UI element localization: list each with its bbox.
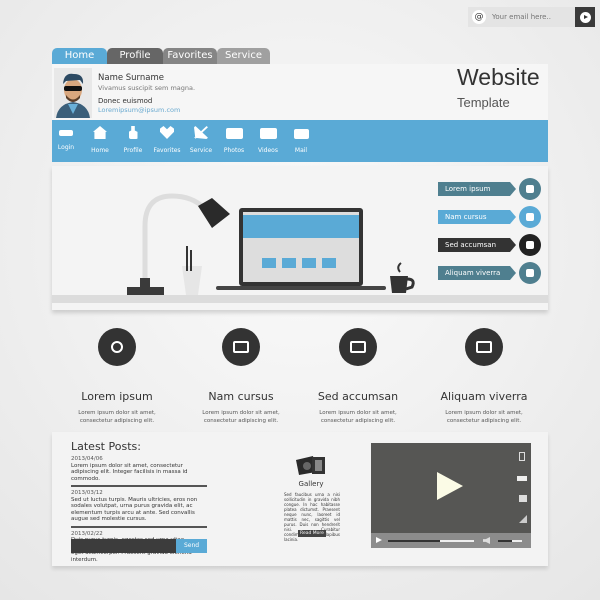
send-button[interactable]: Send [176,539,207,553]
read-more-button[interactable]: Read More [298,530,326,537]
feature-title: Sed accumsan [317,390,399,403]
email-submit-button[interactable] [575,7,595,27]
nav-label: Service [189,147,213,154]
nav-service[interactable]: Service [184,126,218,154]
credit-card-icon[interactable] [465,328,503,366]
feature-title: Aliquam viverra [440,390,528,403]
user-icon [128,126,138,139]
feature-text: Lorem ipsum dolor sit amet, consectetur … [202,410,280,424]
side-button-label: Nam cursus [445,213,487,221]
video-player[interactable] [371,443,531,548]
site-title: Website [457,64,540,90]
email-subscribe: @ [468,7,595,27]
side-button-sed-accumsan[interactable]: Sed accumsan [438,238,516,252]
email-input[interactable] [492,13,572,21]
volume-slider[interactable] [498,540,522,542]
nav-label: Photos [223,147,245,154]
side-button-aliquam-viverra[interactable]: Aliquam viverra [438,266,516,280]
nav-profile[interactable]: Profile [116,126,150,154]
tools-icon [194,126,208,139]
side-button-nam-cursus[interactable]: Nam cursus [438,210,516,224]
printer-icon[interactable] [519,262,541,284]
camera-icon [225,128,243,139]
avatar [54,68,92,118]
nav-mail[interactable]: Mail [284,126,318,154]
bottom-panel: Latest Posts: 2013/04/06 Lorem ipsum dolo… [52,432,548,566]
feature-sed-accumsan: Sed accumsan Lorem ipsum dolor sit amet, … [293,328,423,425]
progress-bar[interactable] [388,540,474,542]
list-item[interactable]: 2013/04/06 Lorem ipsum dolor sit amet, co… [71,456,207,487]
at-icon: @ [472,10,486,24]
latest-posts-title: Latest Posts: [71,440,141,453]
nav-label: Home [91,147,109,154]
quality-icon[interactable] [519,515,527,523]
side-button-label: Sed accumsan [445,241,497,249]
profile-tagline: Vivamus suscipit sem magna. [98,84,196,92]
post-text: Lorem ipsum dolor sit amet, consectetur … [71,462,188,482]
side-button-label: Aliquam viverra [445,269,501,277]
play-icon [579,11,591,23]
nav-favorites[interactable]: Favorites [150,126,184,154]
feature-text: Lorem ipsum dolor sit amet, consectetur … [319,410,397,424]
nav-home[interactable]: Home [83,126,117,154]
tab-home[interactable]: Home [52,48,107,64]
mail-icon [293,129,309,139]
message-input[interactable] [71,539,176,553]
feature-title: Nam cursus [208,390,274,403]
feature-nam-cursus: Nam cursus Lorem ipsum dolor sit amet, co… [176,328,306,425]
gallery-title: Gallery [298,480,324,488]
nav-photos[interactable]: Photos [217,126,251,154]
caption-icon[interactable] [517,476,527,481]
video-icon [259,128,277,139]
profile-email-link[interactable]: Loremipsum@ipsum.com [98,106,180,114]
profile-sub: Donec euismod [98,97,153,105]
feature-title: Lorem ipsum [81,390,153,403]
nav-login[interactable]: Login [49,126,83,151]
playlist-icon[interactable] [519,452,525,461]
feature-lorem-ipsum: Lorem ipsum Lorem ipsum dolor sit amet, c… [52,328,182,425]
play-icon[interactable] [437,472,463,500]
side-button-lorem-ipsum[interactable]: Lorem ipsum [438,182,516,196]
video-controls [371,533,531,548]
nav-label: Profile [123,147,143,154]
post-text: Sed ut luctus turpis. Mauris ultricies, … [71,496,198,523]
nav-label: Favorites [153,147,181,154]
tab-service[interactable]: Service [217,48,270,64]
document-icon[interactable] [519,206,541,228]
profile-name: Name Surname [98,73,165,83]
side-button-label: Lorem ipsum [445,185,491,193]
heart-icon [160,126,174,139]
site-subtitle: Template [457,95,510,110]
envelope-open-icon[interactable] [222,328,260,366]
feature-aliquam-viverra: Aliquam viverra Lorem ipsum dolor sit ame… [419,328,549,425]
home-icon [93,126,107,139]
volume-icon[interactable] [483,537,490,544]
play-small-icon[interactable] [376,537,382,543]
users-icon[interactable] [98,328,136,366]
nav-bar: Login Home Profile Favorites Service Pho… [52,120,548,162]
nav-label: Login [57,144,75,151]
nav-label: Videos [258,147,278,154]
gallery-icon [296,456,325,475]
feature-text: Lorem ipsum dolor sit amet, consectetur … [445,410,523,424]
feature-text: Lorem ipsum dolor sit amet, consectetur … [78,410,156,424]
list-item[interactable]: 2013/03/12 Sed ut luctus turpis. Mauris u… [71,490,207,528]
tab-profile[interactable]: Profile [107,48,163,64]
key-icon [59,130,73,136]
camera-icon[interactable] [339,328,377,366]
nav-label: Mail [294,147,308,154]
tab-favorites[interactable]: Favorites [163,48,217,64]
briefcase-icon[interactable] [519,234,541,256]
info-icon[interactable] [519,178,541,200]
nav-videos[interactable]: Videos [251,126,285,154]
stats-icon[interactable] [519,495,527,502]
